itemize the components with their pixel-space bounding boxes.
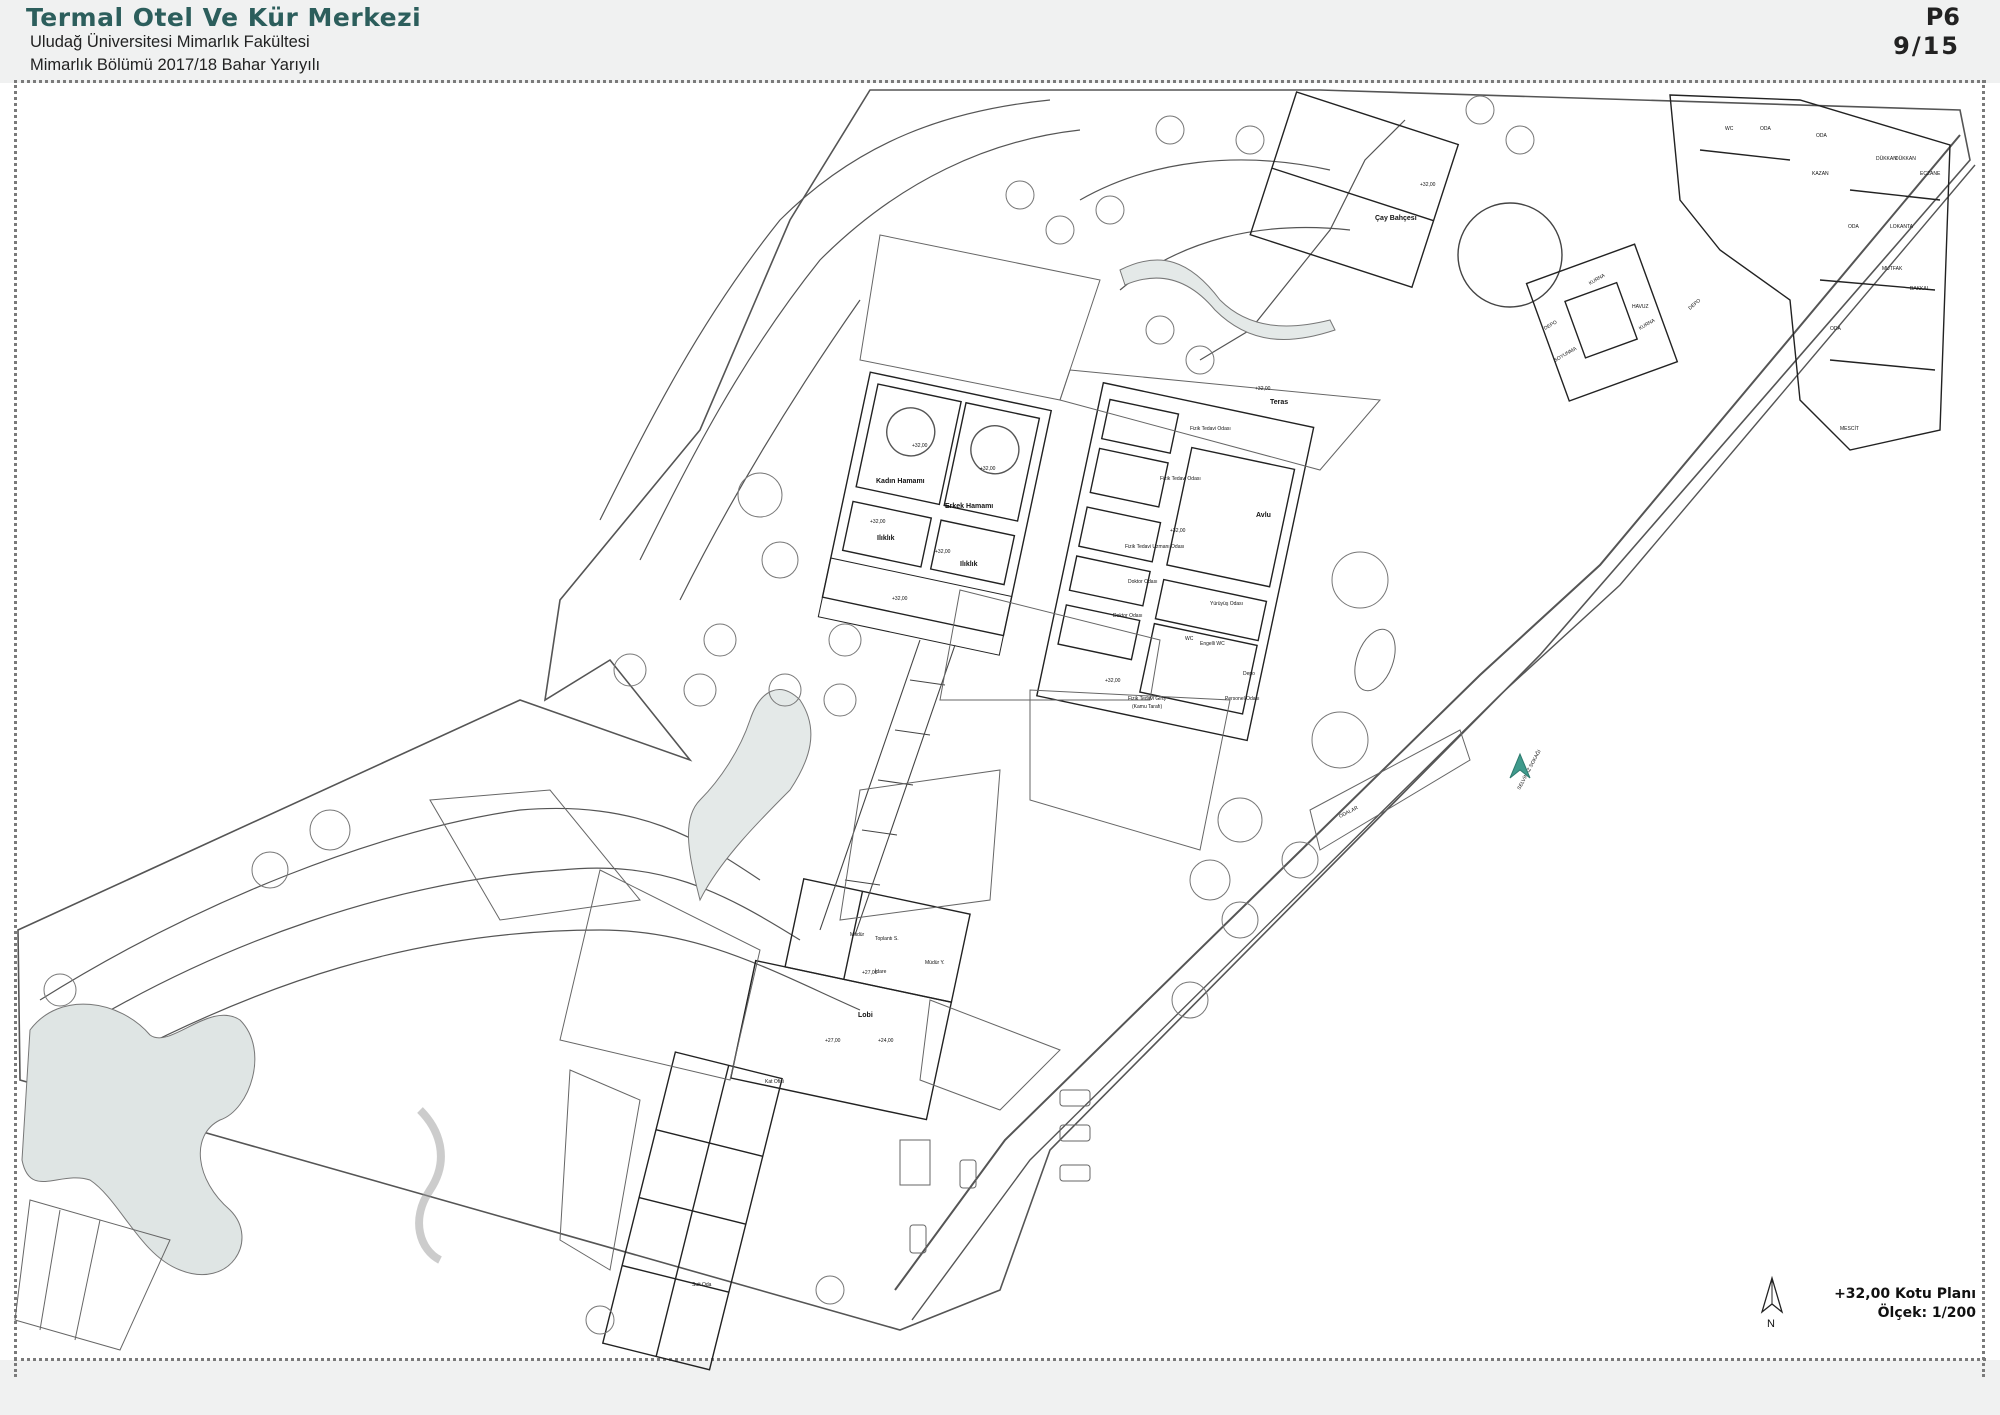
stream-upper xyxy=(1119,259,1336,340)
label-lokanta: LOKANTA xyxy=(1890,224,1914,230)
roundabout xyxy=(1457,202,1563,308)
north-label: N xyxy=(1767,1318,1775,1330)
label-wc-2: WC xyxy=(1725,126,1734,132)
label-mutfak: MUTFAK xyxy=(1882,266,1903,272)
plan-scale: Ölçek: 1/200 xyxy=(1877,1305,1976,1321)
level-mark: +32,00 xyxy=(980,466,996,472)
level-mark: +32,00 xyxy=(1420,182,1436,188)
label-cay-bahcesi: Çay Bahçesi xyxy=(1375,215,1417,222)
label-mescit: MESCİT xyxy=(1840,425,1859,432)
label-yuruyus: Yürüyüş Odası xyxy=(1210,601,1243,607)
label-fizik-1: Fizik Tedavi Odası xyxy=(1190,426,1231,432)
label-personel: Personel Odası xyxy=(1225,696,1259,702)
level-mark: +27,00 xyxy=(862,970,878,976)
level-mark: +32,00 xyxy=(1255,386,1271,392)
label-fizik-2: Fizik Tedavi Odası xyxy=(1160,476,1201,482)
label-oda-2: ODA xyxy=(1816,133,1828,139)
label-depo-2: DEPO xyxy=(1543,319,1558,331)
level-mark: +27,00 xyxy=(825,1038,841,1044)
level-mark: +32,00 xyxy=(935,549,951,555)
label-soyunma: SOYUNMA xyxy=(1553,346,1578,364)
cafe-pavilion xyxy=(1249,91,1460,289)
label-erkek-hamami: Erkek Hamamı xyxy=(945,503,993,510)
label-kadin-hamami: Kadın Hamamı xyxy=(876,478,925,485)
plan-name: +32,00 Kotu Planı xyxy=(1834,1286,1976,1302)
label-wc: WC xyxy=(1185,636,1194,642)
label-kamu: (Kamu Tarafı) xyxy=(1132,704,1163,710)
label-engelli-wc: Engelli WC xyxy=(1200,641,1225,647)
label-mudur-y: Müdür Y. xyxy=(925,960,945,966)
label-kazan: KAZAN xyxy=(1812,171,1829,177)
label-iliklik-2: Ilıklık xyxy=(960,561,978,568)
north-arrow-icon: N xyxy=(1760,1275,1784,1330)
water xyxy=(21,259,1336,1276)
plan-legend: +32,00 Kotu Planı Ölçek: 1/200 xyxy=(1834,1285,1976,1323)
label-eczane: ECZANE xyxy=(1920,171,1941,177)
road xyxy=(894,134,1961,1291)
label-depo: Depo xyxy=(1243,671,1255,677)
level-mark: +24,00 xyxy=(878,1038,894,1044)
label-iliklik-1: Ilıklık xyxy=(877,535,895,542)
therapy-block xyxy=(1035,381,1315,742)
label-oda-1: ODA xyxy=(1760,126,1772,132)
label-havuz: HAVUZ xyxy=(1632,304,1649,310)
site-north-arrow xyxy=(1509,752,1531,779)
label-avlu: Avlu xyxy=(1256,512,1271,519)
label-bakkal: BAKKAL xyxy=(1910,286,1930,292)
label-teras: Teras xyxy=(1270,399,1288,406)
label-fizik-uzman: Fizik Tedavi Uzmanı Odası xyxy=(1125,544,1184,550)
label-doktor-2: Doktor Odası xyxy=(1113,613,1142,619)
label-depo-3: DEPO xyxy=(1687,298,1702,312)
label-kat-ofisi: Kat Ofisi xyxy=(765,1079,784,1085)
label-doktor-1: Doktor Odası xyxy=(1128,579,1157,585)
level-mark: +32,00 xyxy=(892,596,908,602)
room-labels: Teras Avlu Kadın Hamamı Erkek Hamamı Ilı… xyxy=(692,126,1941,1288)
parking xyxy=(899,628,1471,1254)
label-suit-oda: Suit Oda xyxy=(692,1282,712,1288)
label-oda-3: ODA xyxy=(1848,224,1860,230)
level-mark: +32,00 xyxy=(912,443,928,449)
level-mark: +32,00 xyxy=(1105,678,1121,684)
label-odalar: ODALAR xyxy=(1338,805,1359,820)
label-toplanti: Toplantı S. xyxy=(875,936,899,942)
label-fizik-giris: Fizik Tedavi Giriş xyxy=(1128,696,1166,702)
label-lobi: Lobi xyxy=(858,1012,873,1019)
label-kurna-2: KURNA xyxy=(1638,317,1657,331)
pond xyxy=(21,1003,256,1276)
stream xyxy=(688,689,812,902)
label-oda-4: ODA xyxy=(1830,326,1842,332)
label-mudur: Müdür xyxy=(850,932,865,938)
label-kurna-1: KURNA xyxy=(1588,272,1607,286)
site-boundary xyxy=(17,89,1971,1331)
level-mark: +32,00 xyxy=(870,519,886,525)
level-mark: +32,00 xyxy=(1170,528,1186,534)
spa-wing-north xyxy=(817,371,1053,656)
village-buildings xyxy=(1669,94,1951,451)
guest-wing xyxy=(601,1051,783,1371)
site-plan: Teras Avlu Kadın Hamamı Erkek Hamamı Ilı… xyxy=(14,89,1976,1371)
label-dukkan-2: DÜKKAN xyxy=(1895,155,1916,162)
